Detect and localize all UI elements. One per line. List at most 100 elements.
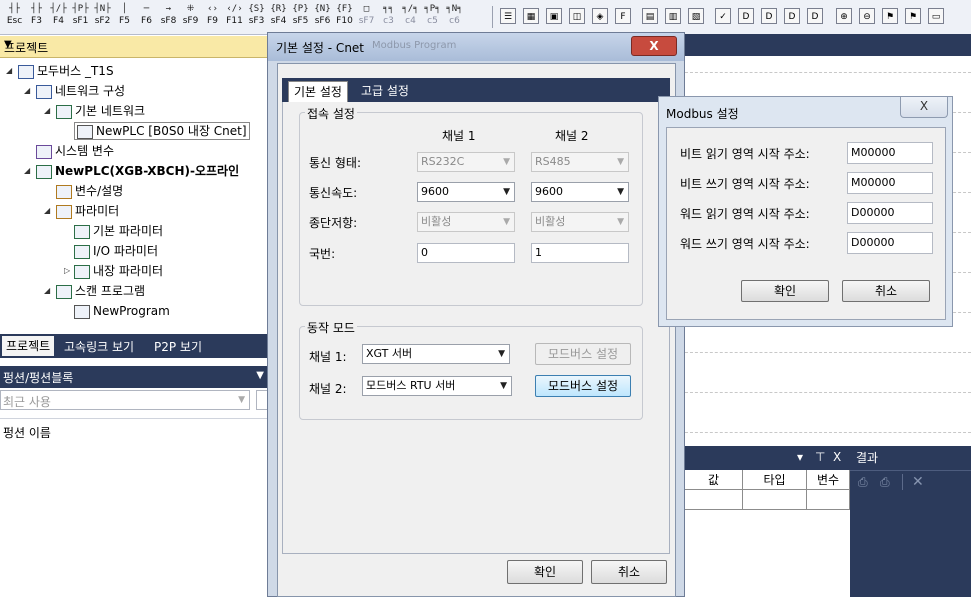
- toolbar-key-sf7[interactable]: □ sF7: [356, 0, 377, 34]
- D2-icon[interactable]: D: [761, 8, 777, 24]
- recent-functions-select[interactable]: 최근 사용 ▼: [0, 390, 250, 410]
- toolbar-key-sf3[interactable]: {S} sF3: [246, 0, 267, 34]
- tree-item[interactable]: 파라미터: [56, 202, 119, 220]
- check-icon[interactable]: ✓: [715, 8, 731, 24]
- table-icon[interactable]: ▥: [665, 8, 681, 24]
- word-read-address-input[interactable]: D00000: [847, 202, 933, 224]
- toolbar-key-sf1[interactable]: ┤P├ sF1: [70, 0, 91, 34]
- window-icon[interactable]: ▭: [928, 8, 944, 24]
- column-header-type[interactable]: 타입: [743, 470, 807, 490]
- bit-write-address-input[interactable]: M00000: [847, 172, 933, 194]
- zoom-in-icon[interactable]: ⊕: [836, 8, 852, 24]
- D-icon[interactable]: D: [738, 8, 754, 24]
- tree-item[interactable]: 모두버스 _T1S: [18, 62, 114, 80]
- tree-item[interactable]: 내장 파라미터: [74, 262, 163, 280]
- table2-icon[interactable]: ▧: [688, 8, 704, 24]
- mode-channel2-select[interactable]: 모드버스 RTU 서버 ▼: [362, 376, 512, 396]
- cancel-button[interactable]: 취소: [591, 560, 667, 584]
- table-cell[interactable]: [685, 490, 743, 510]
- image3-icon[interactable]: ◈: [592, 8, 608, 24]
- image2-icon[interactable]: ◫: [569, 8, 585, 24]
- toolbar-key-f9[interactable]: ‹› F9: [202, 0, 223, 34]
- dialog-close-button[interactable]: X: [631, 36, 677, 56]
- bit-read-address-input[interactable]: M00000: [847, 142, 933, 164]
- toolbar-key-sf6[interactable]: {N} sF6: [312, 0, 333, 34]
- toolbar-key-c3[interactable]: ╕╕ c3: [378, 0, 399, 34]
- print-preview-icon[interactable]: ⎙: [880, 475, 890, 490]
- toolbar-key-sf5[interactable]: {P} sF5: [290, 0, 311, 34]
- tree-toggle-icon[interactable]: ◢: [24, 162, 30, 180]
- mode-channel1-select[interactable]: XGT 서버 ▼: [362, 344, 510, 364]
- D3-icon[interactable]: D: [784, 8, 800, 24]
- modbus-settings-ch1-button[interactable]: 모드버스 설정: [535, 343, 631, 365]
- panel-dropdown-icon[interactable]: ▾: [797, 450, 803, 464]
- toolbar-key-sf2[interactable]: ┤N├ sF2: [92, 0, 113, 34]
- toolbar-key-f11[interactable]: ‹/› F11: [224, 0, 245, 34]
- column-header-variable[interactable]: 변수: [807, 470, 850, 490]
- tree-item[interactable]: NewProgram: [74, 302, 170, 320]
- panel-close-icon[interactable]: X: [833, 450, 841, 464]
- calc-icon[interactable]: ▤: [642, 8, 658, 24]
- tree-item[interactable]: I/O 파라미터: [74, 242, 158, 260]
- clear-icon[interactable]: ✕: [912, 474, 924, 490]
- toolbar-key-esc[interactable]: ┤├ Esc: [4, 0, 25, 34]
- toolbar-key-f3[interactable]: ┤├ F3: [26, 0, 47, 34]
- modbus-settings-ch2-button[interactable]: 모드버스 설정: [535, 375, 631, 397]
- tree-item[interactable]: 스캔 프로그램: [56, 282, 145, 300]
- table-cell[interactable]: [743, 490, 807, 510]
- tab-p2p[interactable]: P2P 보기: [154, 338, 202, 355]
- tree-toggle-icon[interactable]: ◢: [24, 82, 30, 100]
- word-write-address-input[interactable]: D00000: [847, 232, 933, 254]
- list-icon[interactable]: ☰: [500, 8, 516, 24]
- tree-item[interactable]: 기본 파라미터: [74, 222, 163, 240]
- toolbar-key-c4[interactable]: ╕/╕ c4: [400, 0, 421, 34]
- chevron-down-icon: ▼: [617, 157, 624, 167]
- tree-toggle-icon[interactable]: ▷: [64, 262, 70, 280]
- grid-icon[interactable]: ▦: [523, 8, 539, 24]
- tab-advanced-settings[interactable]: 고급 설정: [356, 81, 414, 101]
- tree-item[interactable]: 기본 네트워크: [56, 102, 145, 120]
- column-header-value[interactable]: 값: [685, 470, 743, 490]
- tab-project[interactable]: 프로젝트: [2, 336, 55, 356]
- modbus-cancel-button[interactable]: 취소: [842, 280, 930, 302]
- toolbar-key-f10[interactable]: {F} F10: [334, 0, 355, 34]
- tree-toggle-icon[interactable]: ◢: [6, 62, 12, 80]
- panel-pin-icon[interactable]: ⊤: [815, 450, 825, 464]
- modbus-ok-button[interactable]: 확인: [741, 280, 829, 302]
- image-icon[interactable]: ▣: [546, 8, 562, 24]
- tree-item[interactable]: NewPLC [B0S0 내장 Cnet]: [74, 122, 250, 140]
- toolbar-key-sf8[interactable]: → sF8: [158, 0, 179, 34]
- tree-toggle-icon[interactable]: ◢: [44, 282, 50, 300]
- modbus-dialog-close-button[interactable]: X: [900, 97, 948, 118]
- toolbar-key-c6[interactable]: ╕N╕ c6: [444, 0, 465, 34]
- tab-basic-settings[interactable]: 기본 설정: [288, 81, 348, 102]
- stop-icon[interactable]: ⚑: [905, 8, 921, 24]
- tree-item[interactable]: 네트워크 구성: [36, 82, 125, 100]
- run-icon[interactable]: ⚑: [882, 8, 898, 24]
- toolbar-key-f6[interactable]: ─ F6: [136, 0, 157, 34]
- pane-dropdown-icon[interactable]: ▼: [4, 39, 264, 50]
- tree-item[interactable]: 시스템 변수: [36, 142, 114, 160]
- zoom-out-icon[interactable]: ⊖: [859, 8, 875, 24]
- baud-rate-ch2-select[interactable]: 9600 ▼: [531, 182, 629, 202]
- ok-button[interactable]: 확인: [507, 560, 583, 584]
- tree-toggle-icon[interactable]: ◢: [44, 102, 50, 120]
- pane-dropdown-icon[interactable]: ▼: [256, 370, 264, 381]
- baud-rate-ch1-select[interactable]: 9600 ▼: [417, 182, 515, 202]
- dialog-title-bar[interactable]: 기본 설정 - Cnet Modbus Program X: [268, 33, 684, 61]
- station-ch2-input[interactable]: 1: [531, 243, 629, 263]
- F-icon[interactable]: F: [615, 8, 631, 24]
- tree-item[interactable]: NewPLC(XGB-XBCH)-오프라인: [36, 162, 239, 180]
- station-ch1-input[interactable]: 0: [417, 243, 515, 263]
- toolbar-key-f4[interactable]: ┤/├ F4: [48, 0, 69, 34]
- tree-item[interactable]: 변수/설명: [56, 182, 123, 200]
- table-cell[interactable]: [807, 490, 850, 510]
- toolbar-key-sf4[interactable]: {R} sF4: [268, 0, 289, 34]
- toolbar-key-c5[interactable]: ╕P╕ c5: [422, 0, 443, 34]
- toolbar-key-f5[interactable]: │ F5: [114, 0, 135, 34]
- print-icon[interactable]: ⎙: [858, 475, 868, 490]
- tree-toggle-icon[interactable]: ◢: [44, 202, 50, 220]
- toolbar-key-sf9[interactable]: ⁜ sF9: [180, 0, 201, 34]
- D4-icon[interactable]: D: [807, 8, 823, 24]
- tab-highspeed-link[interactable]: 고속링크 보기: [64, 338, 134, 355]
